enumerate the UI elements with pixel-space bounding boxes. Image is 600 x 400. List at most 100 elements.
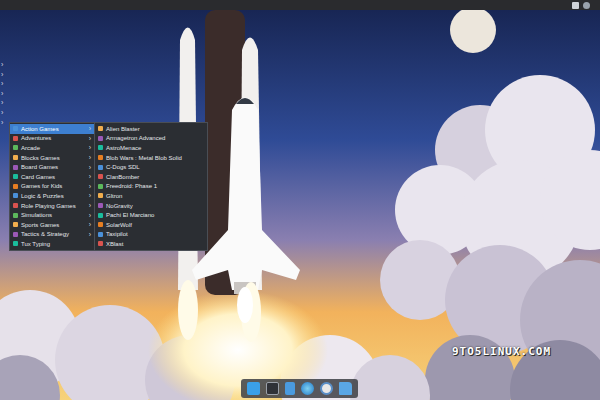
submenu-arrow: › — [89, 212, 91, 219]
game-item[interactable]: Freedroid: Phase 1 — [95, 182, 207, 192]
game-label: SolarWolf — [106, 222, 204, 228]
game-icon — [98, 222, 103, 227]
category-icon — [13, 232, 18, 237]
game-label: Freedroid: Phase 1 — [106, 183, 204, 189]
category-item[interactable]: Games for Kids› — [10, 182, 94, 192]
volume-icon[interactable] — [583, 2, 590, 9]
category-item[interactable]: Tactics & Strategy› — [10, 230, 94, 240]
game-item[interactable]: Alien Blaster — [95, 124, 207, 134]
game-item[interactable]: Blob Wars : Metal Blob Solid — [95, 153, 207, 163]
network-icon[interactable] — [572, 2, 579, 9]
game-item[interactable]: SolarWolf — [95, 220, 207, 230]
game-icon — [98, 155, 103, 160]
game-item[interactable]: Armagetron Advanced — [95, 134, 207, 144]
category-item[interactable]: Action Games› — [10, 124, 94, 134]
category-item[interactable]: Sports Games› — [10, 220, 94, 230]
search-icon[interactable] — [320, 382, 333, 395]
game-label: C-Dogs SDL — [106, 164, 204, 170]
category-item[interactable]: Adventures› — [10, 134, 94, 144]
category-label: Role Playing Games — [21, 203, 86, 209]
category-label: Board Games — [21, 164, 86, 170]
category-item[interactable]: Arcade› — [10, 143, 94, 153]
submenu-arrow: › — [89, 192, 91, 199]
submenu-arrow: › — [89, 154, 91, 161]
game-label: Alien Blaster — [106, 126, 204, 132]
submenu-arrow: › — [89, 183, 91, 190]
menu-arrow[interactable]: › — [1, 98, 3, 108]
submenu-arrow: › — [89, 231, 91, 238]
category-menu: Action Games›Adventures›Arcade›Blocks Ga… — [9, 122, 95, 251]
game-icon — [98, 241, 103, 246]
game-label: Pachi El Marciano — [106, 212, 204, 218]
game-item[interactable]: AstroMenace — [95, 143, 207, 153]
folder-icon[interactable] — [339, 382, 352, 395]
category-icon — [13, 174, 18, 179]
category-icon — [13, 126, 18, 131]
category-icon — [13, 241, 18, 246]
game-label: NoGravity — [106, 203, 204, 209]
submenu-arrow: › — [89, 202, 91, 209]
game-item[interactable]: XBlast — [95, 239, 207, 249]
game-icon — [98, 193, 103, 198]
category-item[interactable]: Card Games› — [10, 172, 94, 182]
submenu-arrow: › — [89, 221, 91, 228]
game-item[interactable]: Pachi El Marciano — [95, 210, 207, 220]
category-icon — [13, 184, 18, 189]
category-label: Simulations — [21, 212, 86, 218]
category-icon — [13, 213, 18, 218]
game-icon — [98, 145, 103, 150]
game-item[interactable]: NoGravity — [95, 201, 207, 211]
category-label: Tactics & Strategy — [21, 231, 86, 237]
game-icon — [98, 232, 103, 237]
clouds-right — [380, 75, 600, 400]
submenu-arrow: › — [89, 135, 91, 142]
game-item[interactable]: Gltron — [95, 191, 207, 201]
show-desktop-icon[interactable] — [247, 382, 260, 395]
top-bar — [0, 0, 600, 10]
category-icon — [13, 222, 18, 227]
category-item[interactable]: Logic & Puzzles› — [10, 191, 94, 201]
menu-arrow[interactable]: › — [1, 89, 3, 99]
game-icon — [98, 165, 103, 170]
submenu-arrow: › — [89, 164, 91, 171]
category-item[interactable]: Role Playing Games› — [10, 201, 94, 211]
menu-arrow[interactable]: › — [1, 108, 3, 118]
menu-arrow[interactable]: › — [1, 79, 3, 89]
games-submenu: Alien Blaster Armagetron Advanced AstroMen… — [94, 122, 208, 251]
game-label: Blob Wars : Metal Blob Solid — [106, 155, 204, 161]
category-item[interactable]: Board Games› — [10, 162, 94, 172]
game-item[interactable]: ClanBomber — [95, 172, 207, 182]
dock — [241, 379, 358, 398]
category-item[interactable]: Simulations› — [10, 210, 94, 220]
category-icon — [13, 136, 18, 141]
terminal-icon[interactable] — [266, 382, 279, 395]
category-label: Logic & Puzzles — [21, 193, 86, 199]
category-label: Sports Games — [21, 222, 86, 228]
menu-arrow[interactable]: › — [1, 60, 3, 70]
category-label: Tux Typing — [21, 241, 91, 247]
category-item[interactable]: Blocks Games› — [10, 153, 94, 163]
game-icon — [98, 203, 103, 208]
game-item[interactable]: Taxipilot — [95, 230, 207, 240]
game-icon — [98, 213, 103, 218]
category-label: Action Games — [21, 126, 86, 132]
menu-arrow[interactable]: › — [1, 70, 3, 80]
game-label: Taxipilot — [106, 231, 204, 237]
browser-icon[interactable] — [301, 382, 314, 395]
submenu-arrow: › — [89, 125, 91, 132]
category-label: Adventures — [21, 135, 86, 141]
menu-arrow[interactable]: › — [1, 118, 3, 128]
category-icon — [13, 145, 18, 150]
text-editor-icon[interactable] — [285, 382, 295, 395]
category-item[interactable]: Tux Typing — [10, 239, 94, 249]
submenu-arrow: › — [89, 144, 91, 151]
game-item[interactable]: C-Dogs SDL — [95, 162, 207, 172]
system-tray — [572, 2, 590, 9]
category-label: Arcade — [21, 145, 86, 151]
game-label: Armagetron Advanced — [106, 135, 204, 141]
game-label: AstroMenace — [106, 145, 204, 151]
category-icon — [13, 193, 18, 198]
desktop: ›››››››Action Games›Adventures›Arcade›Bl… — [0, 0, 600, 400]
category-label: Card Games — [21, 174, 86, 180]
game-icon — [98, 136, 103, 141]
